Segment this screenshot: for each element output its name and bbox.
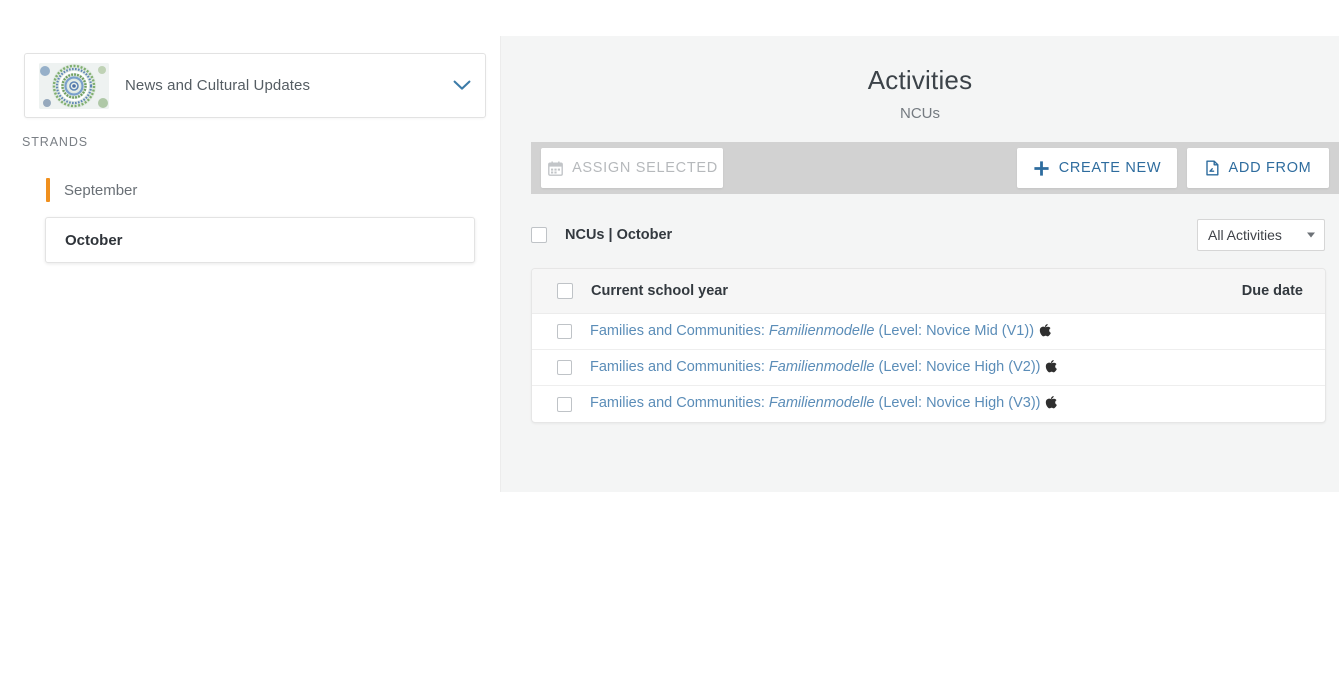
- activity-italic-term: Familienmodelle: [768, 358, 875, 375]
- page-subtitle: NCUs: [900, 105, 940, 122]
- row-checkbox[interactable]: [557, 396, 572, 412]
- activities-table: Current school year Due date Families an…: [531, 268, 1326, 423]
- create-new-button[interactable]: CREATE NEW: [1017, 148, 1177, 188]
- sidebar-item-october[interactable]: October: [45, 217, 475, 263]
- apple-icon: [1045, 396, 1058, 413]
- table-row[interactable]: Families and Communities: Familienmodell…: [532, 350, 1325, 386]
- main-panel: Activities NCUs ASSIGN SELECTED CREATE N…: [500, 36, 1339, 492]
- apple-icon: [1045, 359, 1058, 377]
- table-row[interactable]: Families and Communities: Familienmodell…: [532, 314, 1325, 350]
- mandala-thumbnail: [39, 62, 109, 109]
- sidebar-item-september[interactable]: September: [0, 170, 500, 210]
- plus-icon: [1033, 160, 1050, 177]
- activity-suffix: (Level: Novice High (V2)): [874, 358, 1041, 375]
- filter-row: NCUs | October All Activities: [531, 216, 1325, 254]
- apple-icon: [1039, 323, 1051, 341]
- activities-page: News and Cultural Updates STRANDS Septem…: [0, 0, 1339, 699]
- strand-list: September October: [0, 170, 500, 263]
- chevron-down-icon[interactable]: [443, 80, 471, 91]
- import-document-icon: [1205, 160, 1220, 176]
- assign-selected-button[interactable]: ASSIGN SELECTED: [541, 148, 723, 188]
- action-toolbar: ASSIGN SELECTED CREATE NEW ADD FROM: [531, 142, 1339, 194]
- activity-suffix: (Level: Novice Mid (V1)): [874, 322, 1035, 339]
- activity-suffix: (Level: Novice High (V3)): [874, 395, 1041, 411]
- activity-link[interactable]: Families and Communities: Familienmodell…: [590, 358, 1058, 377]
- strand-indicator: [46, 178, 50, 202]
- column-header-due-date: Due date: [1241, 283, 1303, 299]
- row-checkbox[interactable]: [557, 324, 572, 339]
- strands-heading: STRANDS: [22, 135, 89, 149]
- activity-prefix: Families and Communities:: [590, 395, 769, 411]
- table-header-row: Current school year Due date: [532, 269, 1325, 314]
- activities-filter-value: All Activities: [1208, 227, 1282, 243]
- strand-label: October: [65, 231, 123, 249]
- page-title: Activities: [867, 65, 973, 95]
- activities-filter-select[interactable]: All Activities: [1197, 219, 1325, 251]
- select-all-rows-checkbox[interactable]: [557, 283, 573, 299]
- add-from-button[interactable]: ADD FROM: [1187, 148, 1329, 188]
- activity-italic-term: Familienmodelle: [768, 322, 875, 339]
- activity-prefix: Families and Communities:: [590, 358, 769, 375]
- filter-label: NCUs | October: [565, 227, 673, 243]
- activity-link[interactable]: Families and Communities: Familienmodell…: [590, 395, 1058, 413]
- assign-selected-label: ASSIGN SELECTED: [572, 160, 718, 176]
- row-checkbox[interactable]: [557, 360, 572, 375]
- unit-title: News and Cultural Updates: [125, 77, 311, 94]
- table-row[interactable]: Families and Communities: Familienmodell…: [532, 386, 1325, 422]
- select-all-ncus-checkbox[interactable]: [531, 227, 547, 243]
- chevron-down-icon: [1307, 232, 1315, 238]
- activity-prefix: Families and Communities:: [590, 322, 769, 339]
- add-from-label: ADD FROM: [1228, 160, 1312, 176]
- calendar-icon: [548, 161, 563, 176]
- column-header-name: Current school year: [591, 283, 728, 299]
- sidebar: News and Cultural Updates STRANDS Septem…: [0, 0, 500, 699]
- activity-italic-term: Familienmodelle: [768, 395, 875, 411]
- create-new-label: CREATE NEW: [1058, 160, 1162, 176]
- unit-selector-card[interactable]: News and Cultural Updates: [24, 53, 486, 118]
- strand-label: September: [64, 181, 138, 199]
- activity-link[interactable]: Families and Communities: Familienmodell…: [590, 323, 1051, 341]
